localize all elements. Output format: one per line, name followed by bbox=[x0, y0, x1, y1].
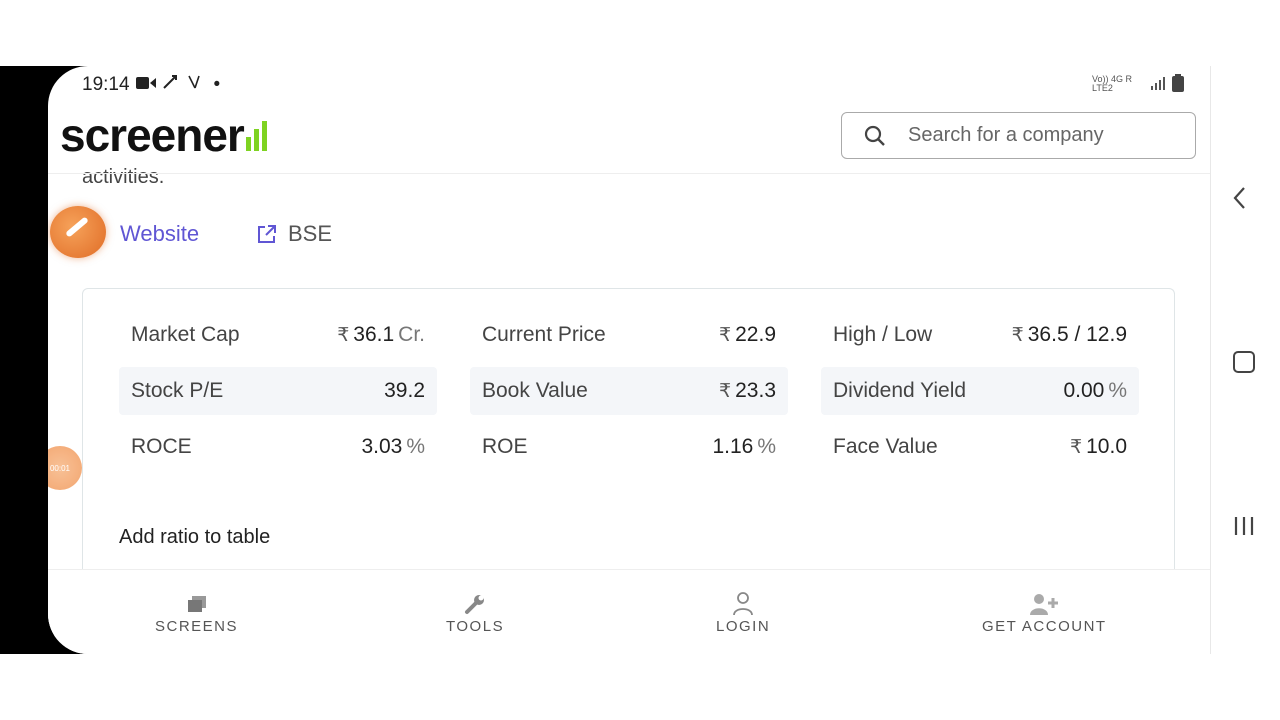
call-forward-icon bbox=[162, 74, 180, 96]
ratio-item: Dividend Yield 0.00% bbox=[821, 367, 1139, 415]
ratios-card: Market Cap ₹36.1 Cr. Current Price ₹22.9 High… bbox=[82, 288, 1175, 588]
home-square-icon bbox=[1233, 351, 1255, 373]
battery-icon bbox=[1172, 74, 1184, 94]
search-icon bbox=[864, 125, 885, 146]
ratio-value-group: 0.00% bbox=[1063, 379, 1127, 403]
ratio-value: 39.2 bbox=[384, 379, 425, 402]
ratio-name: Market Cap bbox=[131, 323, 240, 346]
ratio-unit: % bbox=[406, 435, 425, 458]
ratio-name: Book Value bbox=[482, 379, 588, 402]
recents-icon bbox=[1234, 517, 1254, 535]
network-label: Vo)) 4G R LTE2 bbox=[1092, 74, 1133, 93]
chevron-left-icon bbox=[1233, 187, 1245, 209]
recents-nav-button[interactable] bbox=[1232, 514, 1256, 542]
ratio-unit: Cr. bbox=[398, 323, 425, 346]
ratio-value: 36.1 bbox=[353, 323, 395, 346]
currency-symbol: ₹ bbox=[719, 381, 732, 402]
currency-symbol: ₹ bbox=[719, 325, 732, 346]
logo-text: screener bbox=[60, 109, 245, 161]
ratio-value: 23.3 bbox=[735, 379, 776, 402]
about-text: activities. bbox=[82, 166, 165, 188]
ratio-value-group: ₹23.3 bbox=[719, 379, 776, 403]
status-right: Vo)) 4G R LTE2 bbox=[1092, 74, 1184, 94]
ratio-item: High / Low ₹36.5 / 12.9 bbox=[821, 311, 1139, 359]
ratio-value: 1.16 bbox=[712, 435, 754, 458]
screener-logo[interactable]: screener bbox=[60, 108, 270, 162]
ratio-value-group: 1.16% bbox=[712, 435, 776, 459]
pen-icon bbox=[65, 216, 89, 238]
edit-overlay-button[interactable] bbox=[50, 206, 106, 258]
nav-label: GET ACCOUNT bbox=[982, 618, 1107, 635]
video-icon bbox=[135, 74, 156, 96]
website-link[interactable]: Website bbox=[120, 221, 199, 247]
nav-label: LOGIN bbox=[716, 618, 771, 635]
nav-label: TOOLS bbox=[446, 618, 505, 635]
ratio-value-group: ₹36.5 / 12.9 bbox=[1012, 323, 1127, 347]
currency-symbol: ₹ bbox=[337, 325, 350, 346]
bse-label: BSE bbox=[288, 221, 333, 246]
status-bar: 19:14 • bbox=[82, 74, 220, 96]
ratio-value: 3.03 bbox=[361, 435, 403, 458]
nav-get-account[interactable]: GET ACCOUNT bbox=[982, 590, 1107, 635]
ratio-unit: % bbox=[1108, 379, 1127, 402]
ratio-value-group: ₹22.9 bbox=[719, 323, 776, 347]
status-time: 19:14 bbox=[82, 74, 130, 95]
ratio-item: Book Value ₹23.3 bbox=[470, 367, 788, 415]
antenna-icon bbox=[186, 74, 202, 96]
ratio-item: Market Cap ₹36.1 Cr. bbox=[119, 311, 437, 359]
bottom-nav: SCREENS TOOLS LOGIN GET ACCOUNT bbox=[48, 569, 1210, 654]
nav-tools[interactable]: TOOLS bbox=[446, 590, 504, 635]
ratio-value: 10.0 bbox=[1086, 435, 1127, 458]
ratio-value-group: ₹36.1 Cr. bbox=[337, 323, 425, 347]
logo-bars-icon bbox=[244, 119, 270, 151]
ratio-name: Current Price bbox=[482, 323, 606, 346]
ratio-item: Stock P/E 39.2 bbox=[119, 367, 437, 415]
ratio-value-group: ₹10.0 bbox=[1070, 435, 1127, 459]
wrench-icon bbox=[463, 590, 487, 618]
user-icon bbox=[731, 590, 755, 618]
search-box[interactable] bbox=[841, 112, 1196, 159]
company-links: Website bbox=[120, 221, 199, 247]
ratio-name: ROCE bbox=[131, 435, 192, 458]
signal-icon bbox=[1150, 75, 1166, 93]
search-input[interactable] bbox=[906, 123, 1170, 148]
nav-screens[interactable]: SCREENS bbox=[155, 590, 238, 635]
ratio-name: Face Value bbox=[833, 435, 938, 458]
ratio-name: Dividend Yield bbox=[833, 379, 967, 402]
ratio-unit: % bbox=[757, 435, 776, 458]
ratio-value-group: 3.03% bbox=[361, 435, 425, 459]
status-dot: • bbox=[213, 74, 221, 95]
currency-symbol: ₹ bbox=[1011, 325, 1024, 346]
bse-link[interactable]: BSE bbox=[256, 221, 332, 247]
recording-timer[interactable]: 00:01 bbox=[48, 446, 82, 490]
phone-screen: 19:14 • Vo)) 4G R LTE2 screener activiti… bbox=[48, 66, 1210, 654]
ratio-item: Face Value ₹10.0 bbox=[821, 423, 1139, 471]
ratio-name: ROE bbox=[482, 435, 528, 458]
header-divider bbox=[48, 173, 1210, 174]
ratio-value: 22.9 bbox=[735, 323, 776, 346]
external-link-icon bbox=[258, 225, 276, 243]
ratio-item: ROCE 3.03% bbox=[119, 423, 437, 471]
ratio-name: Stock P/E bbox=[131, 379, 224, 402]
add-ratio-button[interactable]: Add ratio to table bbox=[119, 526, 270, 549]
ratio-item: ROE 1.16% bbox=[470, 423, 788, 471]
add-user-icon bbox=[1029, 590, 1059, 618]
nav-label: SCREENS bbox=[155, 618, 239, 635]
ratio-value-group: 39.2 bbox=[384, 379, 425, 403]
ratio-value: 36.5 / 12.9 bbox=[1027, 323, 1127, 346]
ratio-value: 0.00 bbox=[1063, 379, 1105, 402]
screens-icon bbox=[186, 590, 208, 618]
ratio-name: High / Low bbox=[833, 323, 933, 346]
ratio-item: Current Price ₹22.9 bbox=[470, 311, 788, 359]
currency-symbol: ₹ bbox=[1070, 437, 1083, 458]
nav-login[interactable]: LOGIN bbox=[716, 590, 770, 635]
back-nav-button[interactable] bbox=[1232, 186, 1246, 214]
home-nav-button[interactable] bbox=[1232, 350, 1256, 378]
